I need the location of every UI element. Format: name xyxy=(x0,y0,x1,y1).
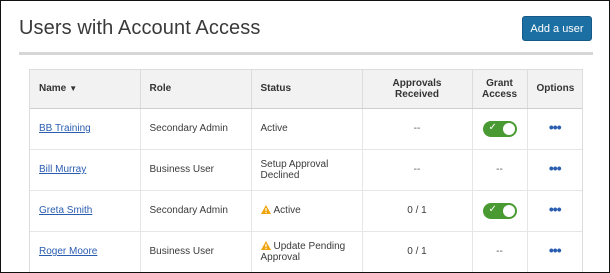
table-row: Greta Smith Secondary Admin Active 0 / 1… xyxy=(30,190,582,232)
user-status: Setup Approval Declined xyxy=(251,149,363,191)
user-name-link[interactable]: BB Training xyxy=(39,123,91,134)
more-horizontal-icon[interactable]: ••• xyxy=(549,202,562,216)
user-role: Business User xyxy=(140,149,252,191)
options-cell: ••• xyxy=(527,231,582,272)
column-header-label: Name xyxy=(39,83,67,95)
user-status: Update Pending Approval xyxy=(251,231,363,272)
approvals-received: -- xyxy=(362,149,473,191)
approvals-received: 0 / 1 xyxy=(362,190,473,232)
account-access-panel: Users with Account Access Add a user Nam… xyxy=(0,0,610,273)
users-table: Name ▼ Role Status Approvals Received Gra… xyxy=(29,69,583,272)
more-horizontal-icon[interactable]: ••• xyxy=(549,120,562,134)
grant-access-toggle[interactable]: ✓ xyxy=(482,202,517,219)
check-icon: ✓ xyxy=(488,203,497,215)
user-name-link[interactable]: Greta Smith xyxy=(39,205,92,216)
page-title: Users with Account Access xyxy=(19,17,261,39)
grant-access-cell: ✓ xyxy=(472,108,528,150)
user-status: Active xyxy=(251,108,363,150)
column-header-name[interactable]: Name ▼ xyxy=(30,70,141,109)
column-header-approvals: Approvals Received xyxy=(362,70,473,109)
column-header-options: Options xyxy=(527,70,582,109)
grant-access-cell: -- xyxy=(472,231,528,272)
table-row: BB Training Secondary Admin Active -- ✓ … xyxy=(30,108,582,150)
approvals-received: 0 / 1 xyxy=(362,231,473,272)
table-row: Bill Murray Business User Setup Approval… xyxy=(30,149,582,191)
status-text: Update Pending Approval xyxy=(260,240,346,263)
more-horizontal-icon[interactable]: ••• xyxy=(549,161,562,175)
warning-icon xyxy=(260,205,271,214)
options-cell: ••• xyxy=(527,149,582,191)
status-text: Setup Approval Declined xyxy=(260,158,329,181)
more-horizontal-icon[interactable]: ••• xyxy=(549,243,562,257)
grant-access-cell: -- xyxy=(472,149,528,191)
approvals-received: -- xyxy=(362,108,473,150)
user-role: Secondary Admin xyxy=(140,108,252,150)
column-header-grant-access: Grant Access xyxy=(472,70,528,109)
check-icon: ✓ xyxy=(488,121,497,133)
sort-desc-icon[interactable]: ▼ xyxy=(69,84,77,93)
user-status: Active xyxy=(251,190,363,232)
add-user-button[interactable]: Add a user xyxy=(522,16,592,41)
status-text: Active xyxy=(260,123,288,134)
column-header-status: Status xyxy=(251,70,363,109)
user-name-link[interactable]: Roger Moore xyxy=(39,246,97,257)
user-role: Business User xyxy=(140,231,252,272)
column-header-role: Role xyxy=(140,70,252,109)
options-cell: ••• xyxy=(527,108,582,150)
user-name-link[interactable]: Bill Murray xyxy=(39,164,86,175)
status-text: Active xyxy=(273,205,301,216)
warning-icon xyxy=(260,240,271,250)
options-cell: ••• xyxy=(527,190,582,232)
grant-access-toggle[interactable]: ✓ xyxy=(482,120,517,137)
table-row: Roger Moore Business User Update Pending… xyxy=(30,231,582,272)
grant-access-cell: ✓ xyxy=(472,190,528,232)
title-divider xyxy=(19,52,593,55)
user-role: Secondary Admin xyxy=(140,190,252,232)
table-header-row: Name ▼ Role Status Approvals Received Gra… xyxy=(30,70,582,109)
